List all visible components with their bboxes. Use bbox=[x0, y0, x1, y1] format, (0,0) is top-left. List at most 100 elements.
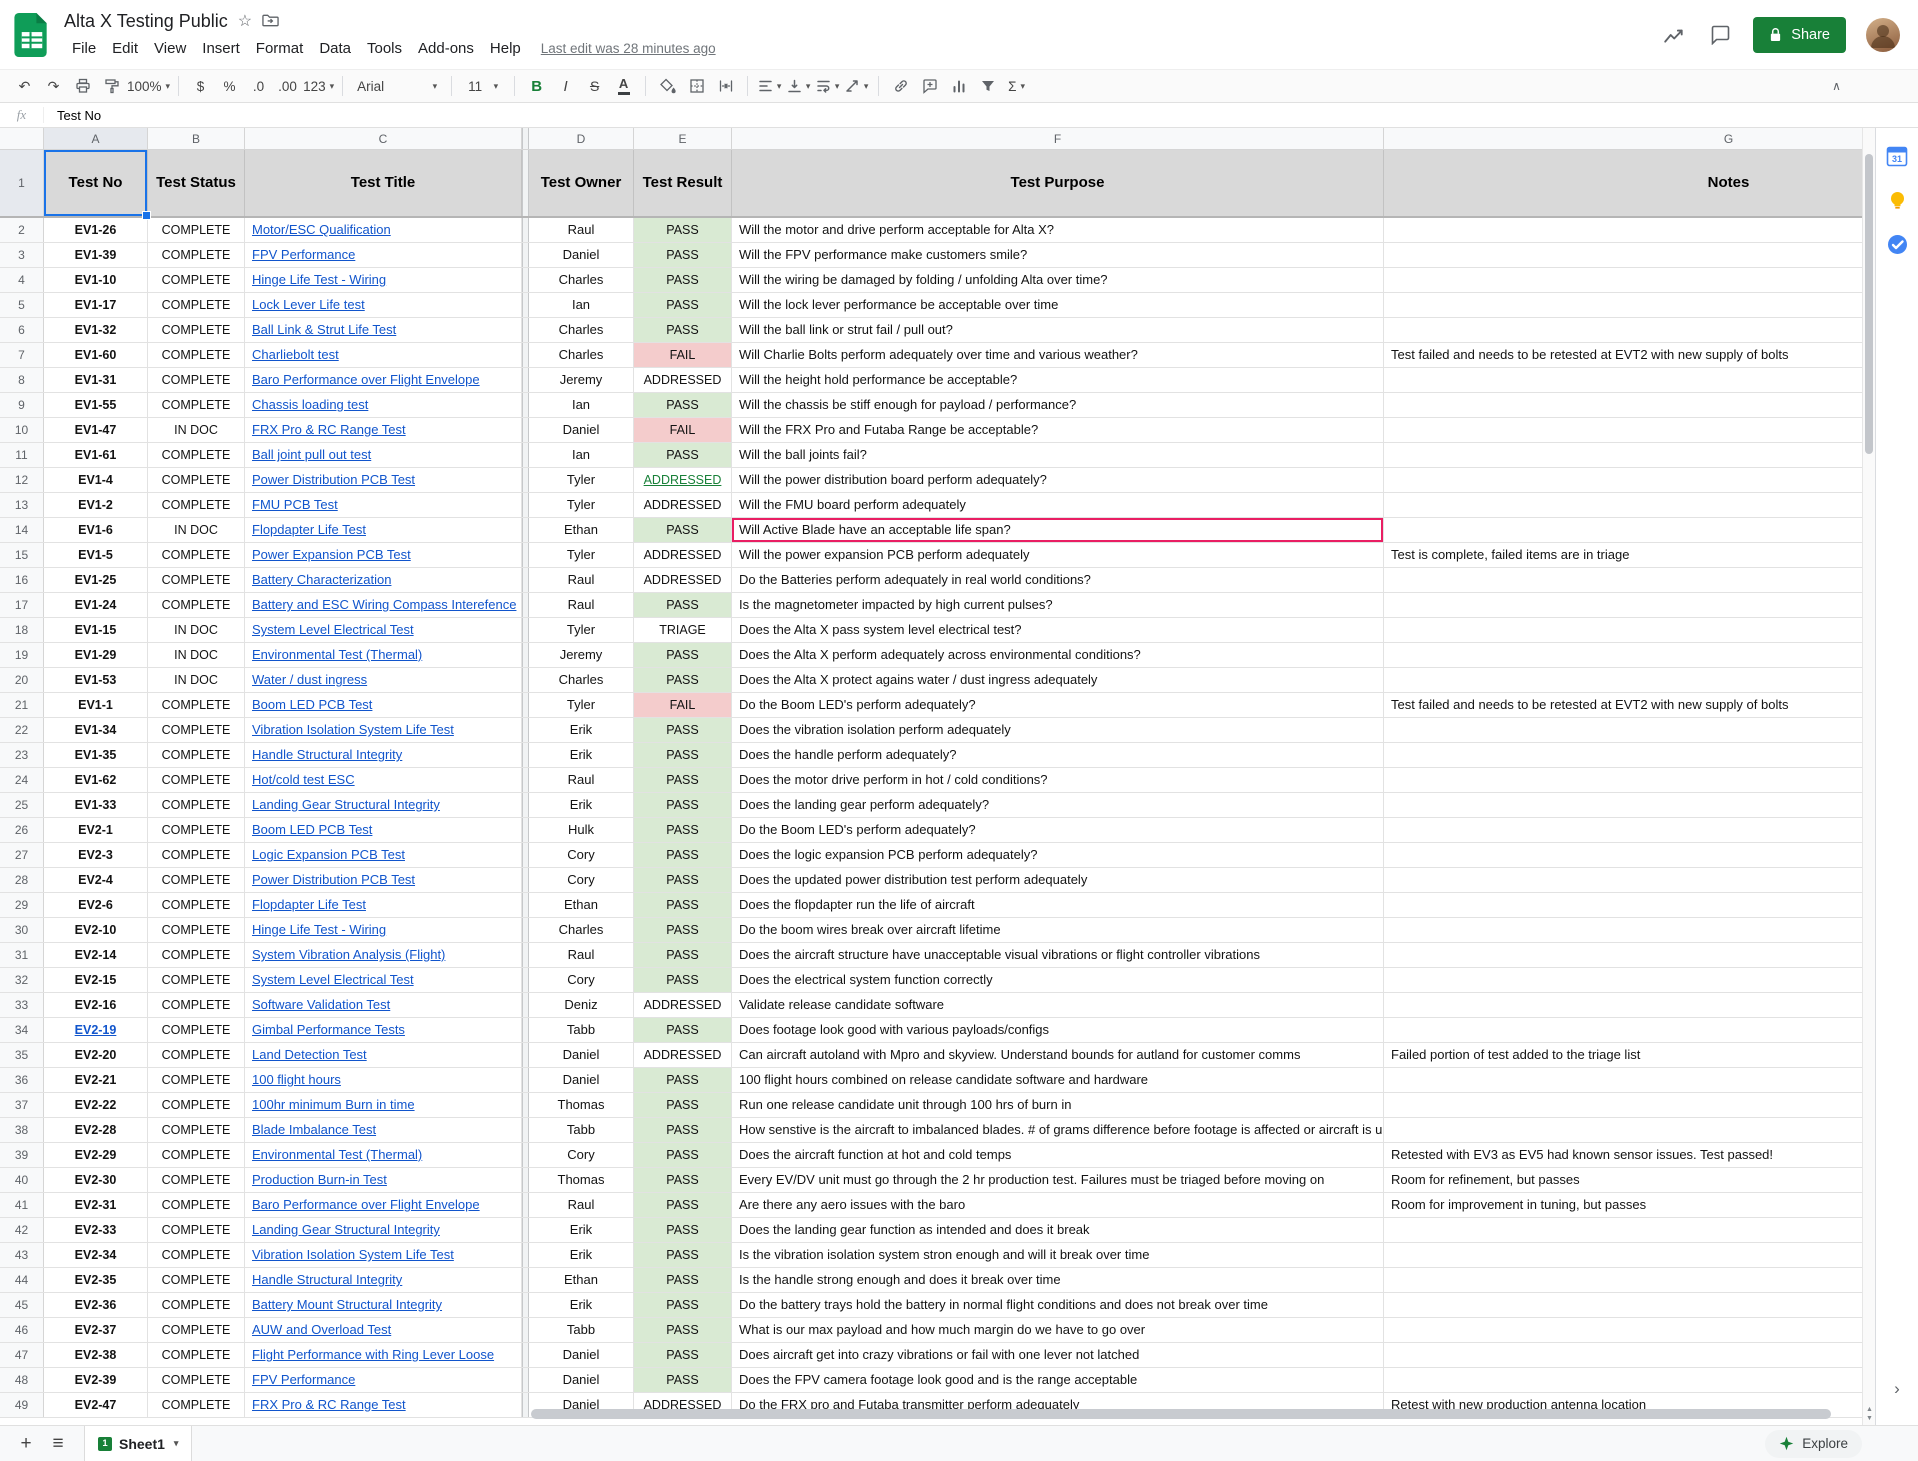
cell-test-result[interactable]: FAIL bbox=[634, 418, 732, 442]
cell-notes[interactable] bbox=[1384, 668, 1875, 692]
cell-test-title[interactable]: Hot/cold test ESC bbox=[245, 768, 522, 792]
cell-test-owner[interactable]: Erik bbox=[529, 1243, 634, 1267]
cell-test-status[interactable]: COMPLETE bbox=[148, 1168, 245, 1192]
row-number[interactable]: 16 bbox=[0, 568, 44, 592]
column-header-d[interactable]: D bbox=[529, 128, 634, 149]
cell-test-purpose[interactable]: Will the ball link or strut fail / pull … bbox=[732, 318, 1384, 342]
row-number[interactable]: 47 bbox=[0, 1343, 44, 1367]
cell-notes[interactable] bbox=[1384, 843, 1875, 867]
cell-test-result[interactable]: PASS bbox=[634, 1168, 732, 1192]
cell-test-owner[interactable]: Daniel bbox=[529, 1343, 634, 1367]
row-number[interactable]: 26 bbox=[0, 818, 44, 842]
row-number[interactable]: 7 bbox=[0, 343, 44, 367]
cell-test-no[interactable]: EV2-39 bbox=[44, 1368, 148, 1392]
row-number[interactable]: 25 bbox=[0, 793, 44, 817]
zoom-select[interactable]: 100% ▾ bbox=[127, 73, 170, 99]
insert-chart-icon[interactable] bbox=[945, 73, 972, 99]
cell-link[interactable]: Lock Lever Life test bbox=[252, 297, 365, 312]
column-header-c[interactable]: C bbox=[245, 128, 522, 149]
cell-link[interactable]: Baro Performance over Flight Envelope bbox=[252, 372, 480, 387]
row-number[interactable]: 22 bbox=[0, 718, 44, 742]
cell-test-purpose[interactable]: Will the FPV performance make customers … bbox=[732, 243, 1384, 267]
cell-test-result[interactable]: PASS bbox=[634, 1143, 732, 1167]
cell-test-title[interactable]: Handle Structural Integrity bbox=[245, 1268, 522, 1292]
cell-test-owner[interactable]: Ian bbox=[529, 393, 634, 417]
cell-link[interactable]: Logic Expansion PCB Test bbox=[252, 847, 405, 862]
cell-test-result[interactable]: TRIAGE bbox=[634, 618, 732, 642]
cell-notes[interactable] bbox=[1384, 418, 1875, 442]
cell-notes[interactable] bbox=[1384, 568, 1875, 592]
cell-test-status[interactable]: COMPLETE bbox=[148, 1193, 245, 1217]
cell-link[interactable]: Gimbal Performance Tests bbox=[252, 1022, 405, 1037]
cell-notes[interactable] bbox=[1384, 443, 1875, 467]
vertical-scrollbar-thumb[interactable] bbox=[1865, 154, 1873, 454]
cell-notes[interactable] bbox=[1384, 943, 1875, 967]
cell-link[interactable]: Battery Characterization bbox=[252, 572, 391, 587]
cell-test-title[interactable]: Lock Lever Life test bbox=[245, 293, 522, 317]
cell-test-purpose[interactable]: Does the aircraft function at hot and co… bbox=[732, 1143, 1384, 1167]
cell-link[interactable]: Landing Gear Structural Integrity bbox=[252, 1222, 440, 1237]
cell-link[interactable]: Software Validation Test bbox=[252, 997, 390, 1012]
tasks-icon[interactable] bbox=[1885, 232, 1909, 256]
cell-test-status[interactable]: COMPLETE bbox=[148, 1093, 245, 1117]
cell-test-title[interactable]: Battery and ESC Wiring Compass Interefen… bbox=[245, 593, 522, 617]
cell-test-status[interactable]: COMPLETE bbox=[148, 443, 245, 467]
cell-test-title[interactable]: Handle Structural Integrity bbox=[245, 743, 522, 767]
cell-link[interactable]: Production Burn-in Test bbox=[252, 1172, 387, 1187]
cell-test-result[interactable]: PASS bbox=[634, 968, 732, 992]
document-title[interactable]: Alta X Testing Public bbox=[64, 11, 228, 32]
cell-notes[interactable] bbox=[1384, 1243, 1875, 1267]
cell-test-result[interactable]: PASS bbox=[634, 268, 732, 292]
cell-test-title[interactable]: Flopdapter Life Test bbox=[245, 518, 522, 542]
cell-test-no[interactable]: EV1-33 bbox=[44, 793, 148, 817]
cell-test-status[interactable]: COMPLETE bbox=[148, 218, 245, 242]
cell-test-result[interactable]: PASS bbox=[634, 293, 732, 317]
cell-test-title[interactable]: System Vibration Analysis (Flight) bbox=[245, 943, 522, 967]
cell-test-no[interactable]: EV1-25 bbox=[44, 568, 148, 592]
row-number[interactable]: 5 bbox=[0, 293, 44, 317]
cell-test-status[interactable]: COMPLETE bbox=[148, 568, 245, 592]
cell-notes[interactable]: Test failed and needs to be retested at … bbox=[1384, 343, 1875, 367]
cell-test-no[interactable]: EV1-4 bbox=[44, 468, 148, 492]
cell-link[interactable]: Flopdapter Life Test bbox=[252, 897, 366, 912]
menu-tools[interactable]: Tools bbox=[359, 38, 410, 59]
cell-link[interactable]: Hot/cold test ESC bbox=[252, 772, 355, 787]
menu-add-ons[interactable]: Add-ons bbox=[410, 38, 482, 59]
row-number[interactable]: 13 bbox=[0, 493, 44, 517]
cell-notes[interactable] bbox=[1384, 1093, 1875, 1117]
cell-test-no[interactable]: EV1-29 bbox=[44, 643, 148, 667]
cell-test-purpose[interactable]: Will the FRX Pro and Futaba Range be acc… bbox=[732, 418, 1384, 442]
cell-test-owner[interactable]: Cory bbox=[529, 868, 634, 892]
row-number[interactable]: 48 bbox=[0, 1368, 44, 1392]
cell-test-purpose[interactable]: Do the Boom LED's perform adequately? bbox=[732, 693, 1384, 717]
cell-test-status[interactable]: COMPLETE bbox=[148, 793, 245, 817]
paint-format-icon[interactable] bbox=[98, 73, 125, 99]
cell-link[interactable]: Handle Structural Integrity bbox=[252, 747, 402, 762]
selected-cell-a1[interactable]: Test No bbox=[44, 150, 148, 216]
cell-notes[interactable] bbox=[1384, 1293, 1875, 1317]
row-number[interactable]: 14 bbox=[0, 518, 44, 542]
vertical-align-menu[interactable]: ▾ bbox=[785, 73, 812, 99]
cell-test-title[interactable]: Flight Performance with Ring Lever Loose bbox=[245, 1343, 522, 1367]
strikethrough-button[interactable]: S bbox=[581, 73, 608, 99]
cell-test-result[interactable]: PASS bbox=[634, 1218, 732, 1242]
cell-test-result[interactable]: FAIL bbox=[634, 693, 732, 717]
cell-notes[interactable]: Failed portion of test added to the tria… bbox=[1384, 1043, 1875, 1067]
cell-test-purpose[interactable]: Do the Boom LED's perform adequately? bbox=[732, 818, 1384, 842]
cell-test-result[interactable]: PASS bbox=[634, 1068, 732, 1092]
cell-test-purpose[interactable]: Do the Batteries perform adequately in r… bbox=[732, 568, 1384, 592]
row-number[interactable]: 15 bbox=[0, 543, 44, 567]
cell-test-title[interactable]: Vibration Isolation System Life Test bbox=[245, 1243, 522, 1267]
sheets-logo-icon[interactable] bbox=[14, 13, 50, 57]
font-select[interactable]: Arial ▾ bbox=[351, 73, 443, 99]
cell-notes[interactable] bbox=[1384, 618, 1875, 642]
cell-test-title[interactable]: Landing Gear Structural Integrity bbox=[245, 793, 522, 817]
cell-test-title[interactable]: FMU PCB Test bbox=[245, 493, 522, 517]
cell-test-owner[interactable]: Raul bbox=[529, 568, 634, 592]
cell-test-title[interactable]: System Level Electrical Test bbox=[245, 968, 522, 992]
cell-test-status[interactable]: COMPLETE bbox=[148, 743, 245, 767]
cell-test-no[interactable]: EV1-35 bbox=[44, 743, 148, 767]
cell-test-no[interactable]: EV1-60 bbox=[44, 343, 148, 367]
cell-test-title[interactable]: Gimbal Performance Tests bbox=[245, 1018, 522, 1042]
row-number[interactable]: 36 bbox=[0, 1068, 44, 1092]
